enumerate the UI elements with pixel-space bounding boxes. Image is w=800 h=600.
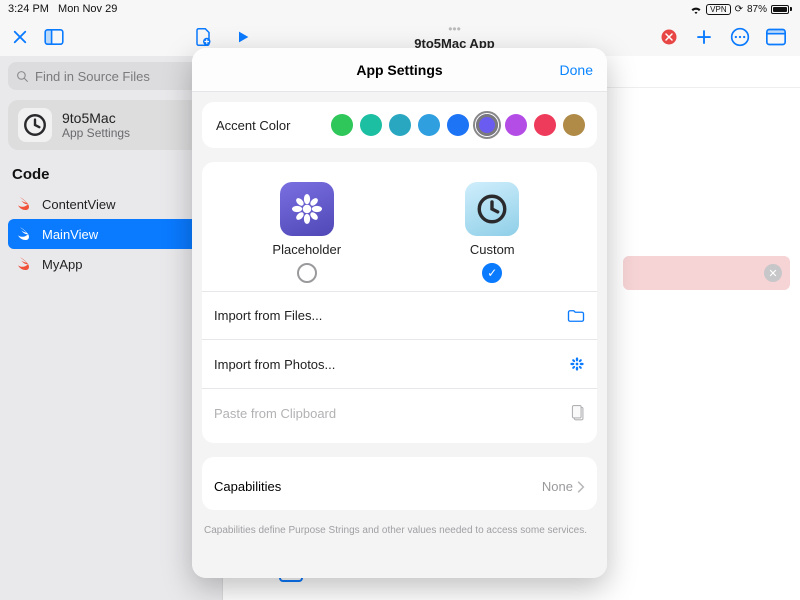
dismiss-error-icon[interactable]: ✕ [764,264,782,282]
sidebar-section-header: Code [8,166,214,183]
battery-icon [771,5,792,14]
project-sidebar: Find in Source Files 9to5Mac App Setting… [0,56,223,600]
radio-unchecked[interactable] [297,263,317,283]
accent-swatch[interactable] [563,114,585,136]
project-name: 9to5Mac [62,110,130,126]
capabilities-footer: Capabilities define Purpose Strings and … [202,524,597,538]
paste-from-clipboard-button: Paste from Clipboard [214,395,585,431]
sidebar-item-contentview[interactable]: ContentView [8,189,214,219]
chevron-right-icon [577,481,585,493]
row-label: Import from Photos... [214,357,335,372]
swift-icon [16,196,32,212]
error-strip[interactable]: ✕ [623,256,790,290]
import-from-files-button[interactable]: Import from Files... [214,298,585,333]
capabilities-row[interactable]: Capabilities None [214,469,585,500]
status-date: Mon Nov 29 [58,3,117,15]
sidebar-item-label: MainView [42,227,98,242]
project-clock-icon [18,108,52,142]
capabilities-card: Capabilities None [202,457,597,510]
battery-pct: 87% [747,4,767,15]
sidebar-toggle-icon[interactable] [44,27,64,47]
app-icon-card: Placeholder Custom ✓ Import from Files..… [202,162,597,443]
sidebar-item-label: MyApp [42,257,82,272]
swift-icon [16,256,32,272]
placeholder-flower-icon [280,182,334,236]
app-icon-option-custom[interactable]: Custom ✓ [432,182,552,283]
accent-swatch[interactable] [331,114,353,136]
multitasking-dots-icon[interactable]: ••• [448,24,461,34]
photos-flower-icon [569,356,585,372]
preview-panel-icon[interactable] [766,27,786,47]
wifi-icon [690,5,702,14]
capabilities-value: None [542,479,573,494]
search-placeholder: Find in Source Files [35,69,150,84]
clipboard-icon [571,405,585,421]
accent-color-card: Accent Color [202,102,597,148]
swift-icon [16,226,32,242]
add-file-icon[interactable] [193,27,213,47]
search-input[interactable]: Find in Source Files [8,62,214,90]
app-icon-label: Placeholder [272,242,341,257]
status-bar: 3:24 PM Mon Nov 29 VPN ⟳ 87% [0,0,800,18]
accent-swatch[interactable] [418,114,440,136]
close-icon[interactable] [10,27,30,47]
error-badge-icon[interactable] [660,28,678,46]
done-button[interactable]: Done [560,62,593,78]
accent-swatch[interactable] [360,114,382,136]
capabilities-label: Capabilities [214,479,281,494]
row-label: Import from Files... [214,308,322,323]
rotation-lock-icon: ⟳ [735,4,743,15]
radio-checked[interactable]: ✓ [482,263,502,283]
sidebar-item-mainview[interactable]: MainView [8,219,214,249]
run-button[interactable] [233,27,253,47]
project-tile[interactable]: 9to5Mac App Settings [8,100,214,150]
app-icon-label: Custom [470,242,515,257]
folder-icon [567,309,585,323]
accent-color-label: Accent Color [216,118,290,133]
project-subtitle: App Settings [62,126,130,140]
add-button[interactable] [694,27,714,47]
accent-swatch[interactable] [534,114,556,136]
accent-swatch[interactable] [476,114,498,136]
accent-swatch[interactable] [505,114,527,136]
accent-swatch[interactable] [447,114,469,136]
import-from-photos-button[interactable]: Import from Photos... [214,346,585,382]
sidebar-item-label: ContentView [42,197,115,212]
vpn-badge: VPN [706,4,730,15]
modal-title: App Settings [356,62,442,78]
status-time: 3:24 PM [8,3,49,15]
app-icon-option-placeholder[interactable]: Placeholder [247,182,367,283]
row-label: Paste from Clipboard [214,406,336,421]
custom-clock-icon [465,182,519,236]
app-settings-modal: App Settings Done Accent Color Placehold… [192,48,607,578]
sidebar-item-myapp[interactable]: MyApp [8,249,214,279]
accent-swatch[interactable] [389,114,411,136]
more-menu-icon[interactable] [730,27,750,47]
